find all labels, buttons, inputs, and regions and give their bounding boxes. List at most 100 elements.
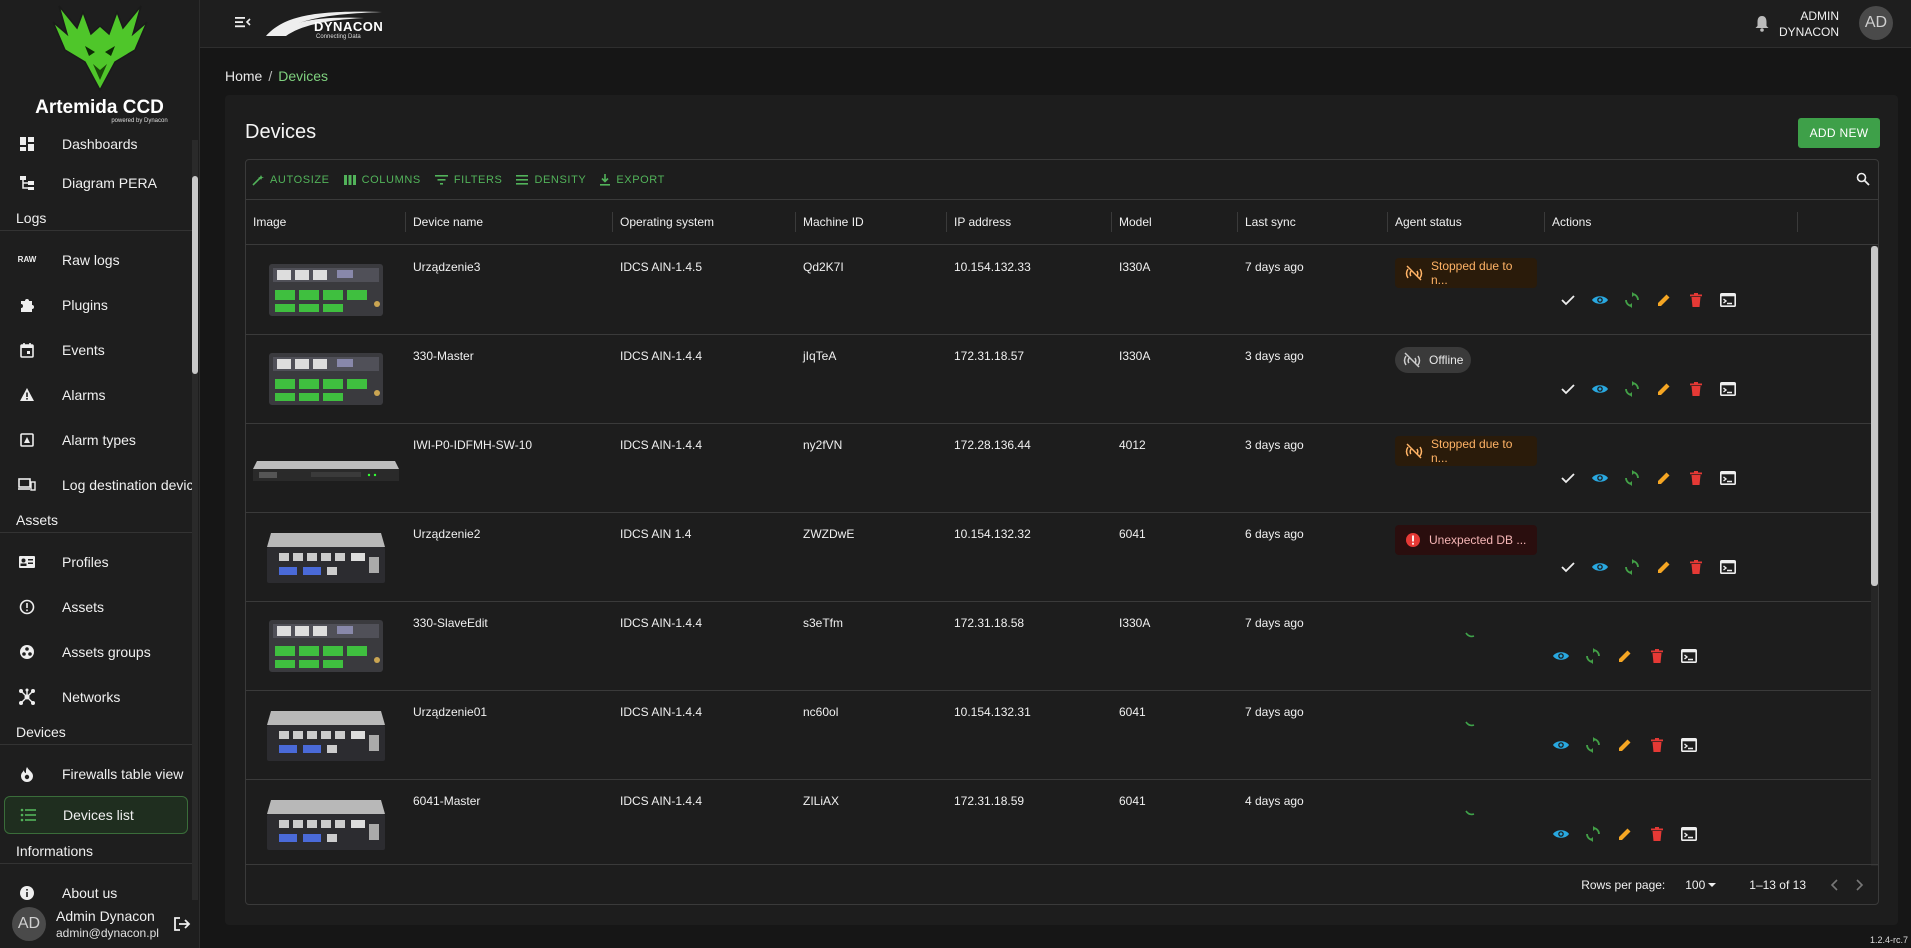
- view-icon[interactable]: [1584, 379, 1616, 399]
- sidebar-item-alarms[interactable]: Alarms: [0, 372, 192, 417]
- sync-icon[interactable]: [1577, 735, 1609, 755]
- filters-button[interactable]: FILTERS: [434, 174, 503, 186]
- view-icon[interactable]: [1545, 824, 1577, 844]
- status-badge[interactable]: Unexpected DB ...: [1395, 525, 1537, 555]
- sidebar-item-dashboards[interactable]: Dashboards: [0, 128, 192, 160]
- table-row[interactable]: 6041-Master IDCS AIN-1.4.4 ZILiAX 172.31.18…: [246, 780, 1878, 866]
- cell-device-name: 6041-Master: [413, 794, 481, 808]
- sync-icon[interactable]: [1616, 557, 1648, 577]
- terminal-icon[interactable]: [1673, 735, 1705, 755]
- column-header-machine-id[interactable]: Machine ID: [796, 212, 947, 232]
- sidebar-item-raw-logs[interactable]: RAW Raw logs: [0, 237, 192, 282]
- table-row[interactable]: 330-SlaveEdit IDCS AIN-1.4.4 s3eTfm 172.31.…: [246, 602, 1878, 691]
- view-icon[interactable]: [1584, 468, 1616, 488]
- columns-button[interactable]: COLUMNS: [343, 174, 421, 186]
- terminal-icon[interactable]: [1712, 557, 1744, 577]
- terminal-icon[interactable]: [1712, 290, 1744, 310]
- notification-bell-icon[interactable]: [1754, 14, 1770, 32]
- edit-icon[interactable]: [1609, 735, 1641, 755]
- sync-icon[interactable]: [1577, 646, 1609, 666]
- edit-icon[interactable]: [1648, 379, 1680, 399]
- table-row[interactable]: IWI-P0-IDFMH-SW-10 IDCS AIN-1.4.4 ny2fVN 17…: [246, 424, 1878, 513]
- edit-icon[interactable]: [1648, 468, 1680, 488]
- approve-icon[interactable]: [1552, 290, 1584, 310]
- column-header-image[interactable]: Image: [246, 212, 406, 232]
- status-badge[interactable]: Stopped due to n...: [1395, 436, 1537, 466]
- density-button[interactable]: DENSITY: [516, 174, 586, 186]
- add-new-button[interactable]: ADD NEW: [1798, 118, 1880, 148]
- menu-collapse-icon[interactable]: [234, 14, 252, 30]
- prev-page-icon[interactable]: [1830, 878, 1840, 891]
- sync-icon[interactable]: [1577, 824, 1609, 844]
- approve-icon[interactable]: [1552, 468, 1584, 488]
- sidebar-item-assets-groups[interactable]: Assets groups: [0, 629, 192, 674]
- terminal-icon[interactable]: [1673, 646, 1705, 666]
- column-header-last-sync[interactable]: Last sync: [1238, 212, 1388, 232]
- terminal-icon[interactable]: [1712, 468, 1744, 488]
- cell-ip: 172.31.18.59: [954, 794, 1025, 808]
- view-icon[interactable]: [1584, 557, 1616, 577]
- column-header-ip[interactable]: IP address: [947, 212, 1112, 232]
- table-row[interactable]: Urządzenie3 IDCS AIN-1.4.5 Qd2K7I 10.154.13…: [246, 246, 1878, 335]
- dynacon-logo[interactable]: DYNACON Connecting Data: [264, 8, 384, 42]
- edit-icon[interactable]: [1648, 290, 1680, 310]
- sidebar-item-networks[interactable]: Networks: [0, 674, 192, 719]
- delete-icon[interactable]: [1680, 468, 1712, 488]
- table-row[interactable]: Urządzenie01 IDCS AIN-1.4.4 nc60ol 10.154.1…: [246, 691, 1878, 780]
- sidebar-item-events[interactable]: Events: [0, 327, 192, 372]
- approve-icon[interactable]: [1552, 379, 1584, 399]
- export-button[interactable]: EXPORT: [600, 173, 665, 186]
- sidebar-item-profiles[interactable]: Profiles: [0, 539, 192, 584]
- column-header-model[interactable]: Model: [1112, 212, 1238, 232]
- top-user-name[interactable]: ADMIN DYNACON: [1779, 8, 1839, 40]
- autosize-button[interactable]: AUTOSIZE: [252, 174, 330, 186]
- column-header-agent-status[interactable]: Agent status: [1388, 212, 1545, 232]
- column-header-actions[interactable]: Actions: [1545, 212, 1798, 232]
- grid-scrollbar[interactable]: [1871, 246, 1878, 866]
- terminal-icon[interactable]: [1712, 379, 1744, 399]
- view-icon[interactable]: [1545, 735, 1577, 755]
- delete-icon[interactable]: [1680, 290, 1712, 310]
- brand-logo[interactable]: Artemida CCD powered by Dynacon: [0, 0, 199, 138]
- sidebar-item-firewalls[interactable]: Firewalls table view: [0, 751, 192, 796]
- column-header-os[interactable]: Operating system: [613, 212, 796, 232]
- view-icon[interactable]: [1545, 646, 1577, 666]
- sidebar-item-diagram-pera[interactable]: Diagram PERA: [0, 160, 192, 205]
- sync-icon[interactable]: [1616, 468, 1648, 488]
- delete-icon[interactable]: [1641, 735, 1673, 755]
- approve-icon[interactable]: [1552, 557, 1584, 577]
- sidebar-item-assets[interactable]: Assets: [0, 584, 192, 629]
- column-header-device-name[interactable]: Device name: [406, 212, 613, 232]
- terminal-icon[interactable]: [1673, 824, 1705, 844]
- sidebar-item-about[interactable]: About us: [0, 870, 192, 900]
- sidebar-item-log-destination[interactable]: Log destination device: [0, 462, 192, 507]
- delete-icon[interactable]: [1641, 646, 1673, 666]
- delete-icon[interactable]: [1680, 557, 1712, 577]
- delete-icon[interactable]: [1680, 379, 1712, 399]
- edit-icon[interactable]: [1609, 824, 1641, 844]
- grid-scrollbar-thumb[interactable]: [1871, 246, 1878, 586]
- status-badge[interactable]: Stopped due to n...: [1395, 258, 1537, 288]
- table-row[interactable]: Urządzenie2 IDCS AIN 1.4 ZWZDwE 10.154.132.…: [246, 513, 1878, 602]
- sidebar-item-devices-list[interactable]: Devices list: [4, 796, 188, 834]
- sidebar-item-alarm-types[interactable]: Alarm types: [0, 417, 192, 462]
- sidebar-item-plugins[interactable]: Plugins: [0, 282, 192, 327]
- avatar[interactable]: AD: [1859, 6, 1893, 40]
- download-icon: [600, 173, 611, 186]
- sidebar-scrollbar[interactable]: [192, 140, 198, 900]
- breadcrumb-home[interactable]: Home: [225, 68, 262, 84]
- edit-icon[interactable]: [1609, 646, 1641, 666]
- sidebar-scrollbar-thumb[interactable]: [192, 176, 198, 374]
- logout-icon[interactable]: [173, 916, 191, 932]
- view-icon[interactable]: [1584, 290, 1616, 310]
- sync-icon[interactable]: [1616, 290, 1648, 310]
- edit-icon[interactable]: [1648, 557, 1680, 577]
- delete-icon[interactable]: [1641, 824, 1673, 844]
- table-row[interactable]: 330-Master IDCS AIN-1.4.4 jIqTeA 172.31.18.…: [246, 335, 1878, 424]
- next-page-icon[interactable]: [1854, 878, 1864, 891]
- cell-actions: [1545, 602, 1798, 690]
- rows-per-page-select[interactable]: 100: [1685, 878, 1719, 892]
- status-badge[interactable]: Offline: [1395, 347, 1472, 373]
- search-icon[interactable]: [1856, 172, 1870, 186]
- sync-icon[interactable]: [1616, 379, 1648, 399]
